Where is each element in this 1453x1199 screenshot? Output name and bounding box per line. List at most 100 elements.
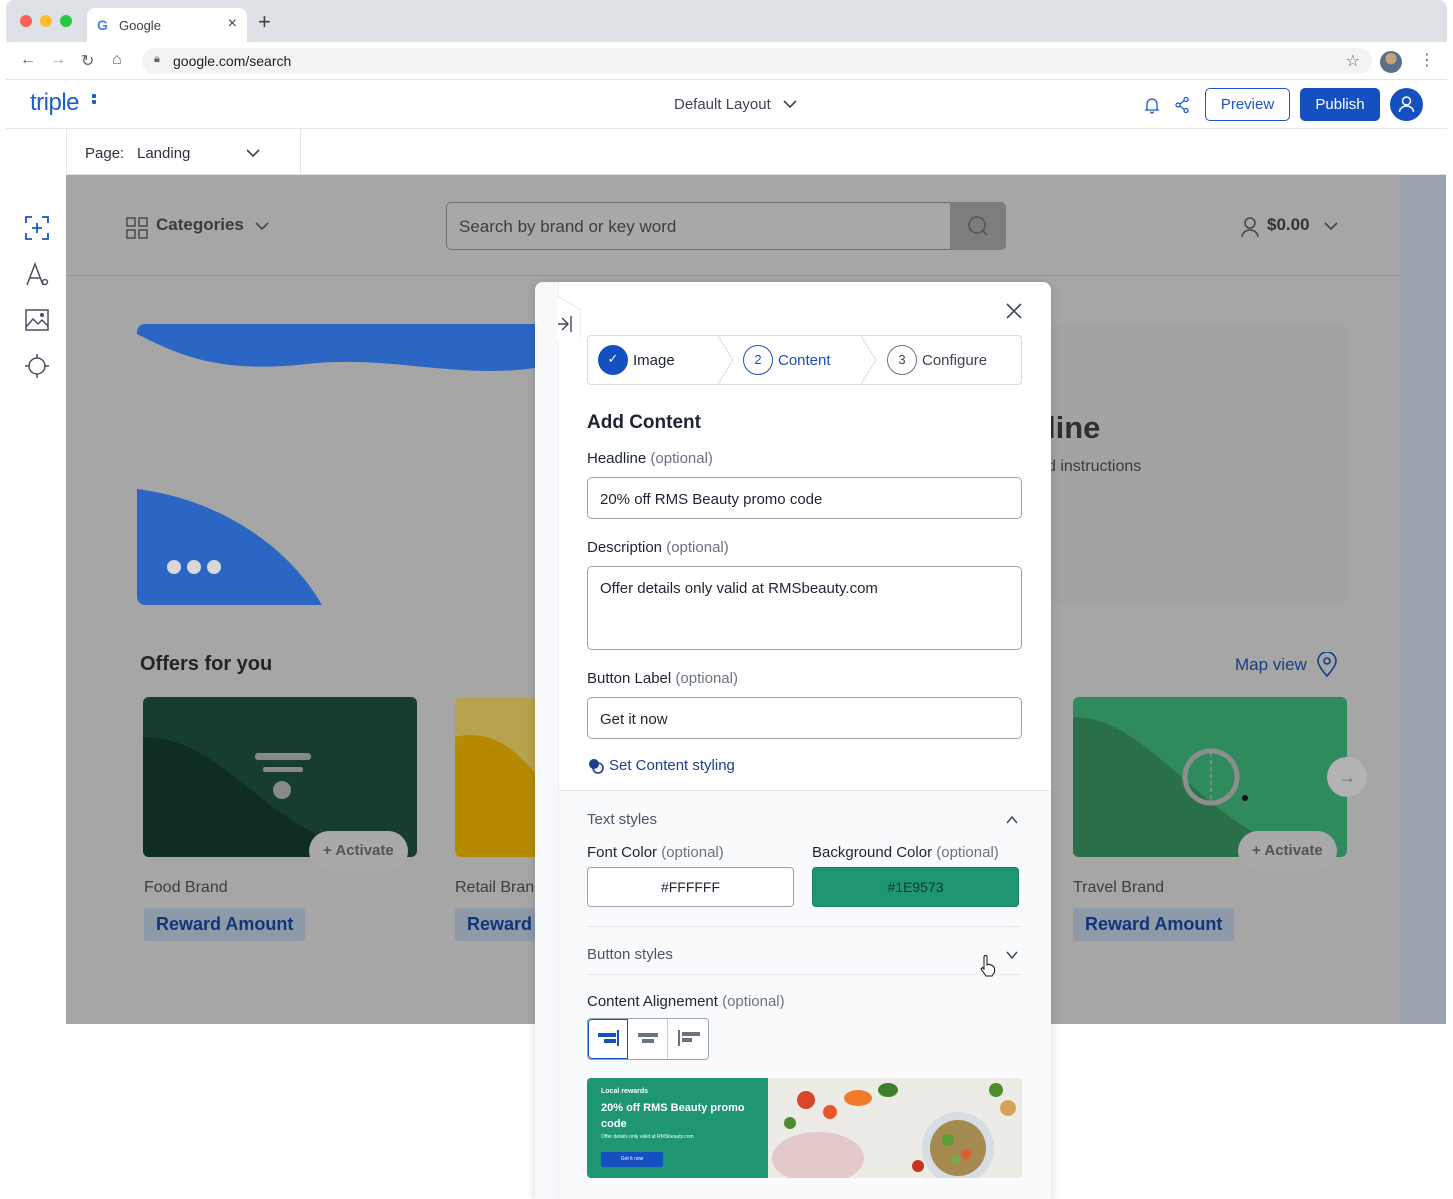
alignment-label: Content Alignement (optional) (587, 993, 785, 1010)
add-content-panel: ✓ Image 2 Content 3 Configure Add Conten… (535, 282, 1051, 1199)
banner-food-image (768, 1078, 1022, 1178)
chevron-down-icon[interactable] (1323, 218, 1339, 234)
browser-tab[interactable]: G Google × (87, 8, 247, 42)
browser-tab-bar: G Google × + (6, 0, 1447, 42)
lock-icon: 🔒︎ (154, 53, 160, 65)
button-styles-header[interactable]: Button styles (587, 946, 673, 963)
collapse-panel-icon[interactable] (557, 296, 581, 342)
banner-preview: Local rewards 20% off RMS Beauty promo c… (587, 1078, 1022, 1178)
map-pin-icon[interactable] (1316, 652, 1338, 678)
banner-button: Get it now (601, 1152, 663, 1167)
banner-headline: 20% off RMS Beauty promo code (601, 1102, 745, 1130)
button-label-input[interactable]: Get it now (587, 697, 1022, 739)
browser-menu-icon[interactable]: ⋮ (1419, 50, 1435, 70)
layout-selector[interactable]: Default Layout (674, 96, 771, 113)
close-tab-icon[interactable]: × (228, 15, 237, 33)
carousel-next-button[interactable]: → (1327, 757, 1367, 797)
palette-icon (589, 759, 604, 774)
step-label: Configure (922, 352, 988, 369)
offer-card-retail[interactable] (455, 697, 545, 857)
bell-icon[interactable] (1144, 96, 1160, 114)
typography-icon[interactable] (24, 261, 50, 287)
forward-icon[interactable]: → (50, 51, 66, 69)
logo-mark-icon (92, 94, 96, 110)
site-search-input[interactable]: Search by brand or key word (446, 202, 1006, 250)
search-icon (968, 216, 988, 236)
bookmark-star-icon[interactable]: ☆ (1346, 51, 1360, 71)
site-search-button[interactable] (950, 202, 1006, 250)
page-selector-value: Landing (137, 145, 191, 162)
align-center-button[interactable] (628, 1019, 668, 1059)
field-label: Font Color (587, 844, 658, 861)
categories-menu[interactable]: Categories (156, 215, 244, 235)
step-indicator: ✓ Image 2 Content 3 Configure (587, 335, 1022, 385)
headline-input[interactable]: 20% off RMS Beauty promo code (587, 477, 1022, 519)
share-icon[interactable] (1174, 96, 1190, 114)
close-window-button[interactable] (20, 15, 32, 27)
optional-tag: (optional) (722, 993, 785, 1010)
theme-icon[interactable] (24, 353, 50, 379)
step-configure[interactable]: 3 Configure (877, 336, 1017, 384)
step-content[interactable]: 2 Content (733, 336, 868, 384)
text-styles-header[interactable]: Text styles (587, 811, 657, 828)
panel-title: Add Content (587, 412, 701, 433)
field-label: Background Color (812, 844, 933, 861)
back-icon[interactable]: ← (20, 51, 36, 69)
reward-amount: Reward Amount (1073, 908, 1235, 941)
button-label-label: Button Label (optional) (587, 670, 738, 687)
browser-profile-avatar[interactable] (1380, 51, 1402, 73)
divider (587, 926, 1022, 927)
add-block-icon[interactable] (24, 215, 50, 241)
field-label: Description (587, 539, 663, 556)
canvas-scroll-rail (1400, 175, 1446, 1024)
map-view-link[interactable]: Map view (1235, 655, 1307, 675)
align-left-button[interactable] (668, 1019, 708, 1059)
user-avatar[interactable] (1390, 88, 1423, 121)
step-label: Image (633, 352, 675, 369)
field-label: Button Label (587, 670, 672, 687)
description-textarea[interactable]: Offer details only valid at RMSbeauty.co… (587, 566, 1022, 650)
description-label: Description (optional) (587, 539, 729, 556)
step-label: Content (778, 352, 831, 369)
divider (66, 275, 1400, 276)
home-icon[interactable]: ⌂ (112, 51, 122, 69)
hero-headline: line (1047, 410, 1101, 445)
hero-subtext: d instructions (1047, 458, 1142, 475)
image-icon[interactable] (24, 307, 50, 333)
banner-eyebrow: Local rewards (601, 1088, 649, 1095)
close-icon[interactable] (1005, 302, 1023, 320)
align-right-icon (598, 1030, 619, 1046)
reload-icon[interactable]: ↻ (81, 51, 94, 71)
chevron-up-icon[interactable] (1005, 813, 1019, 827)
chevron-down-icon[interactable] (1005, 948, 1019, 962)
step-image[interactable]: ✓ Image (588, 336, 723, 384)
activate-button[interactable]: + Activate (309, 831, 408, 871)
maximize-window-button[interactable] (60, 15, 72, 27)
headline-label: Headline (optional) (587, 450, 713, 467)
step-number: 2 (743, 345, 773, 375)
publish-button[interactable]: Publish (1300, 88, 1380, 121)
alignment-toggle-group (587, 1018, 709, 1060)
field-label: Content Alignement (587, 993, 718, 1010)
background-color-swatch[interactable]: #1E9573 (812, 867, 1019, 907)
preview-button[interactable]: Preview (1205, 88, 1290, 121)
activate-button[interactable]: + Activate (1238, 831, 1337, 871)
new-tab-icon[interactable]: + (258, 9, 271, 35)
arrow-right-icon: → (1338, 767, 1356, 787)
optional-tag: (optional) (666, 539, 729, 556)
font-color-swatch[interactable]: #FFFFFF (587, 867, 794, 907)
align-right-button[interactable] (588, 1019, 628, 1059)
page-selector[interactable]: Page: Landing (66, 129, 301, 175)
set-content-styling-link[interactable]: Set Content styling (609, 757, 735, 774)
url-text: google.com/search (173, 53, 292, 69)
font-color-label: Font Color (optional) (587, 844, 724, 861)
logo: triple (30, 89, 80, 116)
url-field[interactable]: 🔒︎ google.com/search ☆ (142, 48, 1372, 74)
account-icon[interactable] (1240, 216, 1260, 238)
balance-amount: $0.00 (1267, 215, 1310, 234)
retail-brand-image (455, 697, 545, 857)
chevron-down-icon[interactable] (782, 96, 798, 112)
address-bar: ← → ↻ ⌂ 🔒︎ google.com/search ☆ ⋮ (6, 42, 1447, 80)
minimize-window-button[interactable] (40, 15, 52, 27)
offers-title: Offers for you (140, 653, 273, 675)
